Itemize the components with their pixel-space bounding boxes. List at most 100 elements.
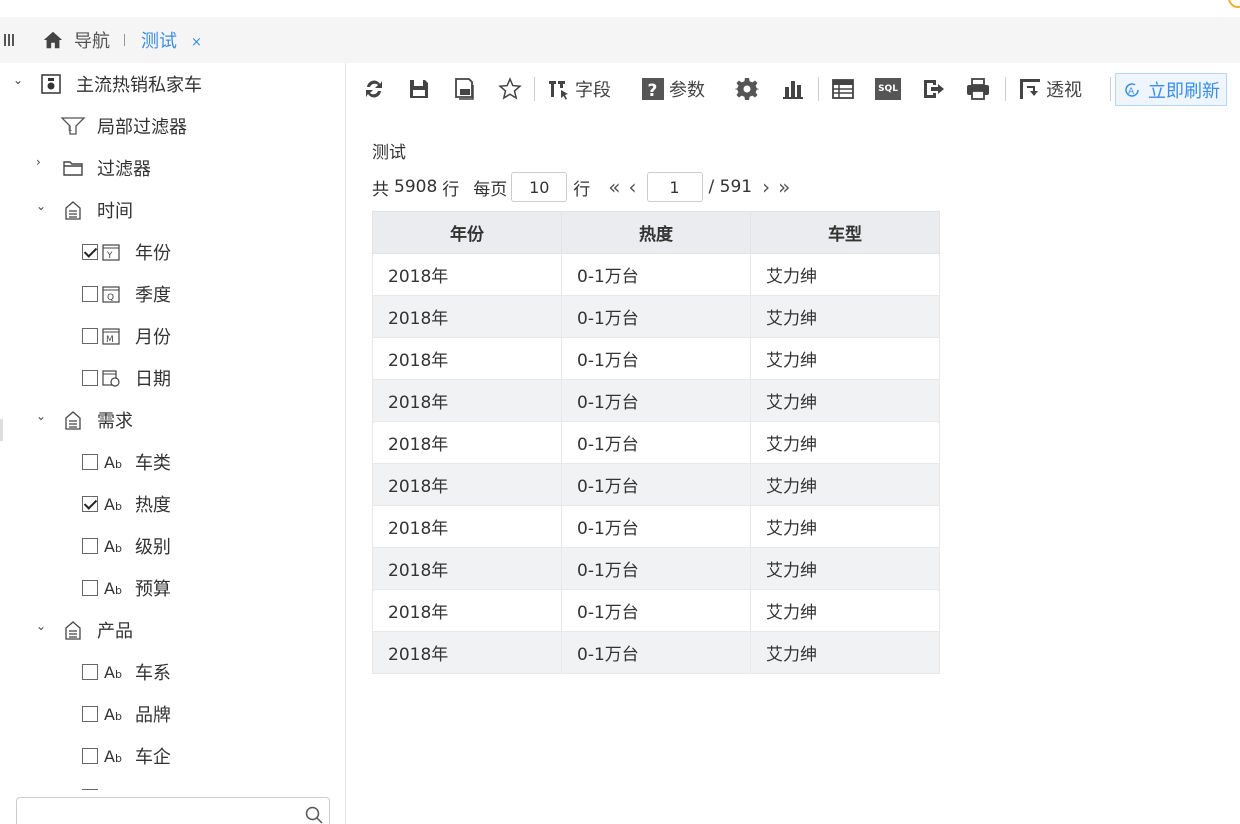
svg-text:L: L	[68, 125, 72, 133]
table-cell: 艾力绅	[750, 253, 940, 296]
export-icon[interactable]	[921, 77, 945, 101]
chevron-down-icon[interactable]: ⌄	[13, 73, 23, 87]
data-table: 年份 热度 车型 2018年 0-1万台 艾力绅 2018年 0-1万台 艾力绅…	[372, 211, 940, 674]
menu-icon[interactable]	[4, 34, 18, 46]
top-strip	[0, 0, 1240, 17]
tree-field-popularity[interactable]: Ab 热度	[82, 483, 171, 525]
scroll-indicator[interactable]	[0, 419, 3, 441]
table-layout-icon[interactable]	[831, 77, 855, 101]
next-page-icon[interactable]: ›	[762, 175, 770, 199]
close-icon[interactable]: ×	[191, 35, 202, 50]
field-tree-sidebar: ⌄ 主流热销私家车 L 局部过滤器 › 过滤器 ⌄ 时间 Y 年份 Q 季度 M…	[0, 63, 346, 824]
tree-field-date[interactable]: 日期	[82, 357, 171, 399]
tree-root-dataset[interactable]: 主流热销私家车	[40, 63, 202, 105]
print-icon[interactable]	[965, 77, 991, 101]
auto-refresh-icon: A	[1125, 82, 1139, 97]
maker-checkbox[interactable]	[82, 748, 98, 764]
tree-field-level[interactable]: Ab 级别	[82, 525, 171, 567]
tree-field-budget[interactable]: Ab 预算	[82, 567, 171, 609]
tab-navigation[interactable]: 导航	[74, 27, 110, 53]
tree-field-brand[interactable]: Ab 品牌	[82, 693, 171, 735]
tree-field-year[interactable]: Y 年份	[82, 231, 171, 273]
chevron-down-icon[interactable]: ⌄	[36, 199, 46, 213]
table-cell: 2018年	[372, 337, 562, 380]
tree-field-maker[interactable]: Ab 车企	[82, 735, 171, 777]
svg-text:Q: Q	[107, 293, 114, 303]
tree-item-local-filter[interactable]: L 局部过滤器	[60, 105, 187, 147]
chevron-down-icon[interactable]: ⌄	[36, 619, 46, 633]
table-cell: 0-1万台	[561, 463, 751, 506]
parameter-label: 参数	[669, 80, 705, 101]
table-cell: 艾力绅	[750, 337, 940, 380]
tree-item-filters[interactable]: 过滤器	[62, 147, 151, 189]
table-row: 2018年 0-1万台 艾力绅	[372, 505, 940, 548]
field-search-input[interactable]	[16, 797, 330, 824]
table-row: 2018年 0-1万台 艾力绅	[372, 421, 940, 464]
tree-label: 预算	[134, 579, 171, 600]
tree-group-demand[interactable]: 需求	[62, 399, 133, 441]
tree-group-time[interactable]: 时间	[62, 189, 133, 231]
table-row: 2018年 0-1万台 艾力绅	[372, 337, 940, 380]
sql-icon[interactable]: SQL	[875, 78, 901, 100]
table-cell: 2018年	[372, 295, 562, 338]
chart-icon[interactable]	[781, 77, 805, 101]
page-number-input[interactable]: 1	[646, 172, 703, 202]
table-cell: 2018年	[372, 421, 562, 464]
first-page-icon[interactable]: «	[608, 175, 620, 199]
pivot-button[interactable]: 透视	[1018, 74, 1082, 104]
chevron-right-icon[interactable]: ›	[36, 155, 41, 169]
refresh-icon[interactable]	[363, 78, 385, 100]
column-header[interactable]: 热度	[561, 211, 751, 254]
quarter-icon: Q	[102, 286, 120, 303]
per-page-input[interactable]: 10	[511, 172, 568, 202]
table-cell: 艾力绅	[750, 295, 940, 338]
field-label: 字段	[575, 80, 611, 101]
table-row: 2018年 0-1万台 艾力绅	[372, 379, 940, 422]
chevron-down-icon[interactable]: ⌄	[36, 409, 46, 423]
table-row: 2018年 0-1万台 艾力绅	[372, 547, 940, 590]
column-header[interactable]: 车型	[750, 211, 940, 254]
last-page-icon[interactable]: »	[778, 175, 790, 199]
tree-field-car-class[interactable]: Ab 车类	[82, 441, 171, 483]
tab-test[interactable]: 测试	[141, 27, 177, 53]
budget-checkbox[interactable]	[82, 580, 98, 596]
save-as-icon[interactable]	[453, 77, 477, 101]
year-checkbox[interactable]	[82, 244, 98, 260]
toolbar-divider	[1005, 77, 1006, 101]
tree-label: 主流热销私家车	[76, 75, 202, 96]
report-title: 测试	[372, 143, 406, 163]
table-cell: 2018年	[372, 631, 562, 674]
text-type-icon: Ab	[104, 746, 122, 766]
tree-field-series[interactable]: Ab 车系	[82, 651, 171, 693]
tree-field-quarter[interactable]: Q 季度	[82, 273, 171, 315]
save-icon[interactable]	[407, 77, 431, 101]
tree-label: 日期	[135, 369, 171, 390]
tree-group-product[interactable]: 产品	[62, 609, 133, 651]
quarter-checkbox[interactable]	[82, 286, 98, 302]
dimension-icon	[65, 621, 81, 640]
text-type-icon: Ab	[104, 452, 122, 472]
level-checkbox[interactable]	[82, 538, 98, 554]
tree-label: 级别	[134, 537, 171, 558]
home-icon[interactable]	[42, 29, 64, 51]
favorite-icon[interactable]	[498, 77, 522, 101]
series-checkbox[interactable]	[82, 664, 98, 680]
car-class-checkbox[interactable]	[82, 454, 98, 470]
month-checkbox[interactable]	[82, 328, 98, 344]
popularity-checkbox[interactable]	[82, 496, 98, 512]
refresh-now-button[interactable]: A 立即刷新	[1115, 73, 1227, 106]
gear-icon[interactable]	[735, 77, 759, 101]
toolbar: 字段 ? 参数 SQL 透视	[347, 63, 1240, 115]
parameter-button[interactable]: ? 参数	[641, 74, 705, 104]
date-checkbox[interactable]	[82, 370, 98, 386]
table-row: 2018年 0-1万台 艾力绅	[372, 589, 940, 632]
brand-checkbox[interactable]	[82, 706, 98, 722]
prev-page-icon[interactable]: ‹	[629, 175, 637, 199]
dimension-icon	[65, 201, 81, 220]
field-button[interactable]: 字段	[547, 74, 611, 104]
tree-field-month[interactable]: M 月份	[82, 315, 171, 357]
table-cell: 艾力绅	[750, 631, 940, 674]
column-header[interactable]: 年份	[372, 211, 562, 254]
search-icon[interactable]	[305, 806, 323, 824]
clipped-row	[82, 789, 98, 792]
